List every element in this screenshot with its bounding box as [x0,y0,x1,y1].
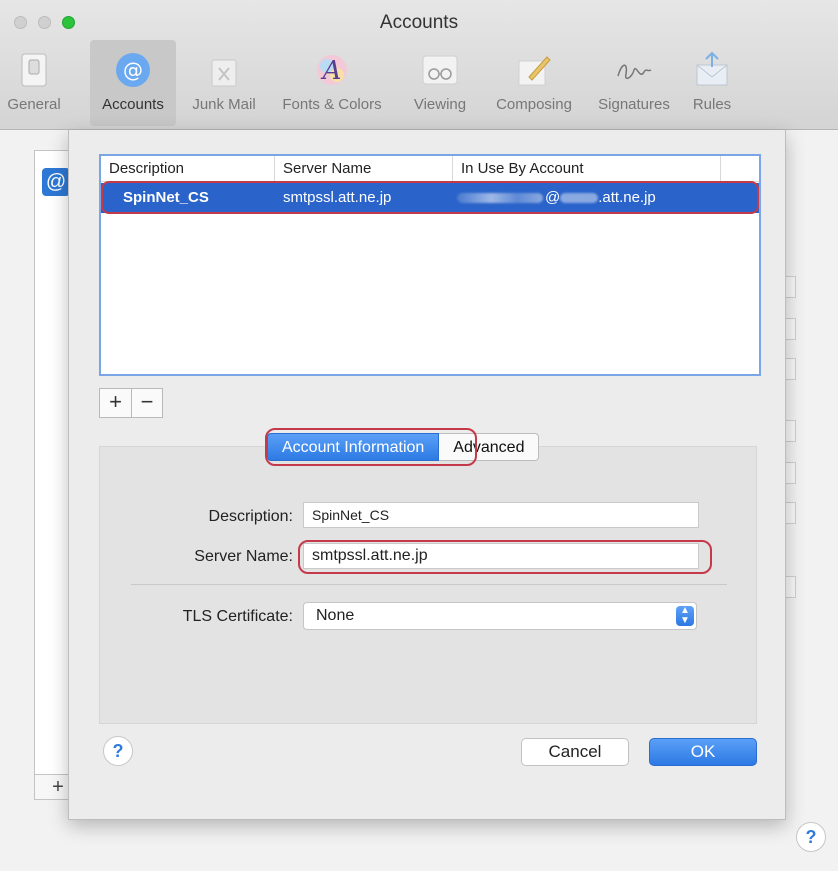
chevron-updown-icon: ▲ ▼ [676,606,694,626]
annotation-row-highlight [101,181,759,214]
at-sign-icon: @ [113,50,153,90]
general-switch-icon [14,50,54,90]
bg-control [786,358,796,380]
pencil-icon [514,50,554,90]
column-header-server-name[interactable]: Server Name [275,156,453,182]
add-server-button[interactable]: + [100,389,131,417]
svg-text:@: @ [123,58,143,82]
bg-control [786,276,796,298]
tls-certificate-label: TLS Certificate: [182,608,293,625]
tab-panel [99,446,757,724]
bg-control [786,462,796,484]
column-header-description[interactable]: Description [101,156,275,182]
help-button[interactable]: ? [796,822,826,852]
titlebar: Accounts General @ Accounts Junk Mail A … [0,0,838,130]
toolbar-accounts[interactable]: @ Accounts [90,40,176,126]
signature-icon [614,50,654,90]
window-title: Accounts [379,12,459,33]
bg-control [786,502,796,524]
bg-control [786,576,796,598]
account-at-icon: @ [42,168,70,196]
svg-text:A: A [321,56,342,86]
toolbar-fonts-colors[interactable]: A Fonts & Colors [270,40,394,126]
annotation-tab-highlight [265,428,477,466]
column-header-in-use-by[interactable]: In Use By Account [453,156,721,182]
cancel-button[interactable]: Cancel [521,738,629,766]
form-divider [131,584,727,585]
glasses-icon [420,50,460,90]
toolbar-rules[interactable]: Rules [682,40,742,126]
description-label: Description: [208,508,293,525]
bg-control [786,420,796,442]
junk-mail-icon [204,50,244,90]
toolbar-viewing[interactable]: Viewing [402,40,478,126]
description-field[interactable]: SpinNet_CS [303,502,699,528]
fonts-colors-icon: A [312,50,352,90]
smtp-server-sheet: Description Server Name In Use By Accoun… [68,130,786,820]
tls-certificate-value: None [316,607,355,624]
toolbar-signatures[interactable]: Signatures [588,40,680,126]
toolbar-junk-mail[interactable]: Junk Mail [182,40,266,126]
remove-server-button[interactable]: − [131,389,162,417]
tls-certificate-select[interactable]: None ▲ ▼ [303,602,697,630]
server-name-label: Server Name: [194,548,293,565]
annotation-field-highlight [298,540,712,574]
toolbar-composing[interactable]: Composing [482,40,586,126]
add-remove-control: + − [99,388,163,418]
ok-button[interactable]: OK [649,738,757,766]
bg-control [786,318,796,340]
smtp-server-table[interactable]: Description Server Name In Use By Accoun… [99,154,761,376]
table-header: Description Server Name In Use By Accoun… [101,156,759,182]
toolbar-general[interactable]: General [0,40,68,126]
rules-envelope-icon [692,50,732,90]
sheet-help-button[interactable]: ? [103,736,133,766]
